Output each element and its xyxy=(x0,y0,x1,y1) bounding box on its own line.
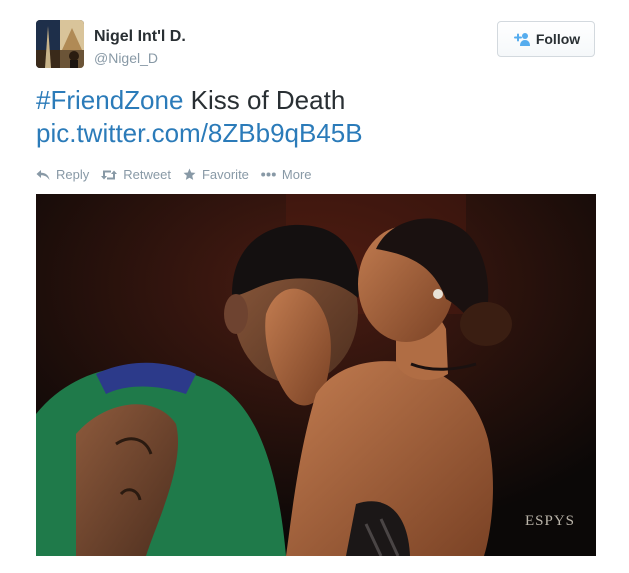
espys-watermark: ESPYS xyxy=(525,513,576,529)
retweet-action[interactable]: Retweet xyxy=(101,167,171,182)
star-icon xyxy=(183,168,196,181)
tweet-body: Kiss of Death xyxy=(183,85,346,115)
add-user-icon xyxy=(512,32,530,46)
retweet-icon xyxy=(101,169,118,181)
retweet-label: Retweet xyxy=(123,167,171,182)
reply-action[interactable]: Reply xyxy=(36,167,89,182)
screen-name[interactable]: @Nigel_D xyxy=(94,49,186,67)
display-name[interactable]: Nigel Int'l D. xyxy=(94,27,186,47)
favorite-action[interactable]: Favorite xyxy=(183,167,249,182)
follow-label: Follow xyxy=(535,31,581,47)
hashtag-link[interactable]: #FriendZone xyxy=(36,85,183,115)
reply-label: Reply xyxy=(56,167,90,182)
user-info: Nigel Int'l D. @Nigel_D xyxy=(94,27,186,67)
tweet-text: #FriendZone Kiss of Death pic.twitter.co… xyxy=(36,84,596,150)
tweet-photo[interactable]: ESPYS xyxy=(36,194,596,556)
avatar-image xyxy=(36,20,84,68)
media-link[interactable]: pic.twitter.com/8ZBb9qB45B xyxy=(36,118,363,148)
avatar[interactable] xyxy=(36,20,84,68)
favorite-label: Favorite xyxy=(201,167,249,182)
more-label: More xyxy=(281,167,312,182)
more-action[interactable]: More xyxy=(261,167,312,182)
more-icon xyxy=(261,172,276,177)
photo-illustration xyxy=(36,194,596,556)
reply-icon xyxy=(36,169,50,181)
follow-button[interactable]: Follow xyxy=(497,21,595,57)
tweet-actions: Reply Retweet Favorite More xyxy=(36,167,312,182)
tweet: Nigel Int'l D. @Nigel_D Follow #FriendZo… xyxy=(0,0,629,573)
